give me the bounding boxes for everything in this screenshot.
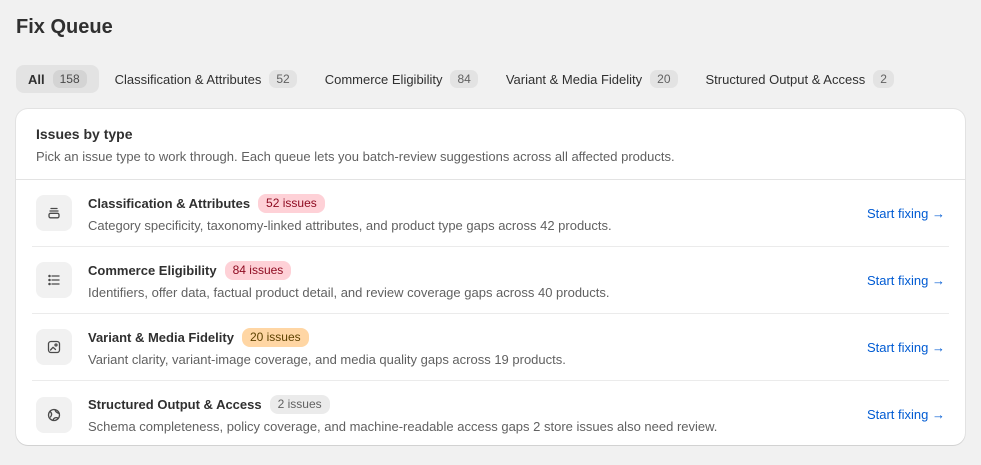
issue-title: Structured Output & Access: [88, 397, 262, 412]
tab-count: 2: [873, 70, 894, 88]
tab-count: 84: [450, 70, 478, 88]
issue-count-badge: 52 issues: [258, 193, 325, 213]
issue-row-header: Variant & Media Fidelity 20 issues: [88, 327, 867, 347]
stack-icon: [36, 195, 72, 231]
page-title: Fix Queue: [16, 16, 113, 38]
issue-row-header: Classification & Attributes 52 issues: [88, 193, 867, 213]
tab-commerce-eligibility[interactable]: Commerce Eligibility 84: [313, 65, 490, 93]
issue-count-badge: 84 issues: [224, 260, 292, 280]
issue-description: Identifiers, offer data, factual product…: [88, 284, 610, 300]
issue-row-body: Variant & Media Fidelity 20 issues Varia…: [88, 327, 867, 367]
issue-count-badge: 2 issues: [269, 395, 330, 414]
issue-row-header: Structured Output & Access 2 issues: [88, 395, 867, 414]
issue-row-body: Commerce Eligibility 84 issues Identifie…: [88, 260, 867, 300]
issue-title: Variant & Media Fidelity: [88, 329, 234, 345]
tab-label: Structured Output & Access: [705, 71, 866, 87]
tab-label: Classification & Attributes: [114, 71, 262, 87]
globe-icon: [36, 396, 72, 433]
issue-row-structured-output-access: Structured Output & Access 2 issues Sche…: [32, 381, 949, 445]
image-icon: [36, 329, 72, 365]
issue-title: Commerce Eligibility: [88, 262, 217, 278]
tab-classification-attributes[interactable]: Classification & Attributes 52: [103, 65, 309, 93]
tab-label: All: [28, 71, 45, 87]
issue-count-badge: 20 issues: [241, 327, 309, 347]
card-title: Issues by type: [36, 126, 133, 142]
card-header: Issues by type Pick an issue type to wor…: [16, 109, 965, 180]
start-fixing-link[interactable]: Start fixing →: [867, 340, 945, 355]
issue-description: Schema completeness, policy coverage, an…: [88, 419, 718, 434]
tab-count: 52: [269, 70, 297, 88]
issue-row-commerce-eligibility: Commerce Eligibility 84 issues Identifie…: [32, 247, 949, 314]
tab-label: Variant & Media Fidelity: [505, 71, 643, 87]
issue-row-classification-attributes: Classification & Attributes 52 issues Ca…: [32, 180, 949, 247]
list-icon: [36, 262, 72, 298]
issue-description: Category specificity, taxonomy-linked at…: [88, 217, 612, 233]
card-subtitle: Pick an issue type to work through. Each…: [36, 149, 675, 164]
issue-description: Variant clarity, variant-image coverage,…: [88, 351, 566, 367]
fix-queue-page: Fix Queue All 158 Classification & Attri…: [0, 0, 981, 445]
tab-all[interactable]: All 158: [16, 65, 99, 93]
issue-title: Classification & Attributes: [88, 195, 251, 211]
issue-row-header: Commerce Eligibility 84 issues: [88, 260, 867, 280]
issues-by-type-card: Issues by type Pick an issue type to wor…: [16, 109, 965, 445]
issue-row-body: Structured Output & Access 2 issues Sche…: [88, 395, 867, 434]
start-fixing-link[interactable]: Start fixing →: [867, 407, 945, 422]
start-fixing-link[interactable]: Start fixing →: [867, 273, 945, 288]
issue-tabs: All 158 Classification & Attributes 52 C…: [16, 65, 965, 93]
issue-row-variant-media-fidelity: Variant & Media Fidelity 20 issues Varia…: [32, 314, 949, 381]
issue-type-list: Classification & Attributes 52 issues Ca…: [16, 180, 965, 445]
tab-count: 20: [650, 70, 678, 88]
tab-structured-output-access[interactable]: Structured Output & Access 2: [694, 65, 906, 93]
tab-variant-media-fidelity[interactable]: Variant & Media Fidelity 20: [494, 65, 690, 93]
tab-label: Commerce Eligibility: [324, 71, 443, 87]
issue-row-body: Classification & Attributes 52 issues Ca…: [88, 193, 867, 233]
tab-count: 158: [52, 70, 87, 88]
start-fixing-link[interactable]: Start fixing →: [867, 206, 945, 221]
